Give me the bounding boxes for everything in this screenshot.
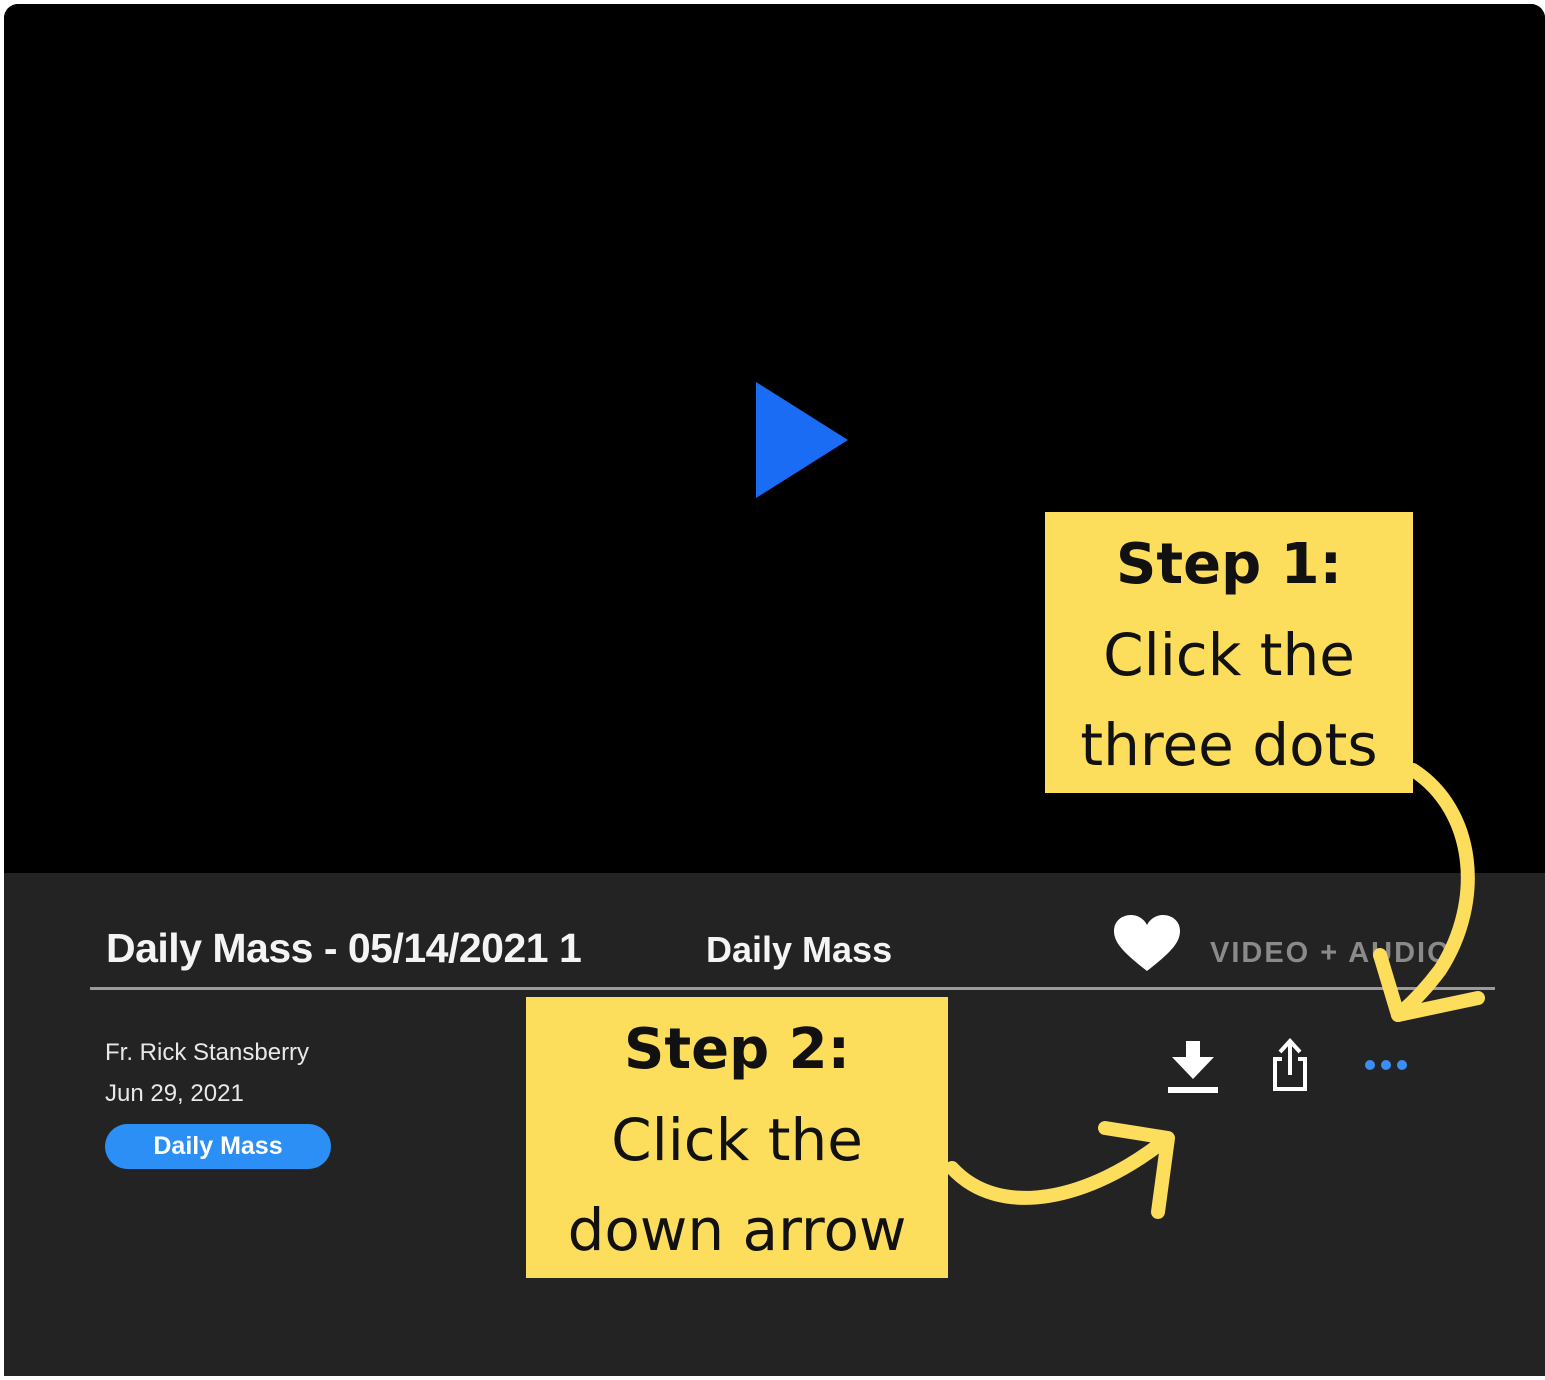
step-1-line-1: Click the bbox=[1103, 621, 1355, 689]
step-2-line-1: Click the bbox=[611, 1106, 863, 1174]
step-1-callout: Step 1: Click the three dots bbox=[1045, 512, 1413, 793]
heart-icon[interactable] bbox=[1114, 915, 1180, 973]
step-1-heading: Step 1: bbox=[1115, 532, 1343, 597]
speaker-name[interactable]: Fr. Rick Stansberry bbox=[105, 1039, 309, 1067]
share-icon[interactable] bbox=[1270, 1037, 1310, 1093]
step-2-callout: Step 2: Click the down arrow bbox=[526, 997, 948, 1278]
step-1-line-2: three dots bbox=[1080, 711, 1378, 779]
more-dots-icon[interactable] bbox=[1360, 1053, 1412, 1077]
play-icon[interactable] bbox=[756, 382, 848, 498]
step-2-line-2: down arrow bbox=[567, 1196, 907, 1264]
divider bbox=[90, 987, 1495, 990]
step-2-heading: Step 2: bbox=[623, 1017, 851, 1082]
media-title: Daily Mass - 05/14/2021 1 bbox=[106, 925, 582, 971]
media-date: Jun 29, 2021 bbox=[105, 1080, 244, 1107]
download-icon[interactable] bbox=[1164, 1041, 1222, 1095]
media-type-label[interactable]: VIDEO + AUDIO bbox=[1210, 937, 1452, 970]
series-link[interactable]: Daily Mass bbox=[706, 929, 892, 971]
category-tag[interactable]: Daily Mass bbox=[105, 1124, 331, 1169]
